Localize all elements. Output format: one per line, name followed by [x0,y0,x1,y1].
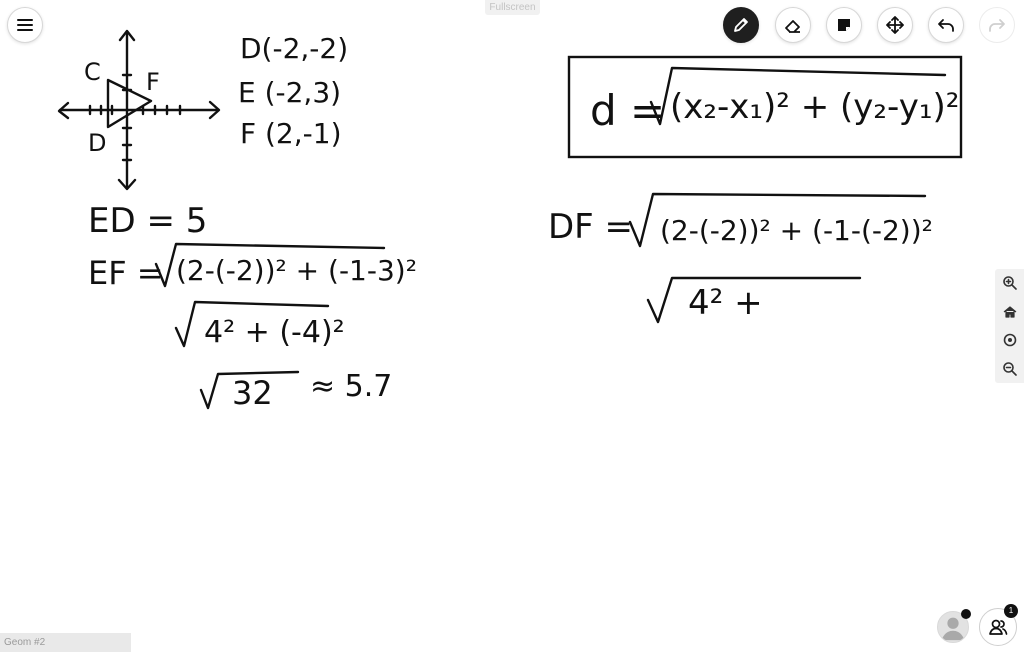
hamburger-icon [17,19,33,31]
point-f: F (2,-1) [240,117,342,150]
menu-button[interactable] [7,7,43,43]
pencil-icon [734,18,748,32]
zoom-in-icon [1002,276,1017,291]
ef-approx: ≈ 5.7 [310,369,392,404]
home-button[interactable] [1001,303,1019,321]
ef-label: EF = [88,254,164,292]
zoom-panel [995,269,1024,383]
ef-expression: (2-(-2))² + (-1-3)² [176,254,417,287]
participants-count-badge: 1 [1004,604,1018,618]
redo-icon [989,19,1005,32]
sticky-note-tool-button[interactable] [826,7,862,43]
ed-result: ED = 5 [88,201,207,241]
graph-label-c: C [84,58,101,86]
zoom-out-icon [1002,361,1017,376]
move-tool-button[interactable] [877,7,913,43]
eraser-tool-button[interactable] [775,7,811,43]
df-label: DF = [548,207,633,247]
pen-tool-button[interactable] [723,7,759,43]
undo-button[interactable] [928,7,964,43]
df-expression: (2-(-2))² + (-1-(-2))² [660,214,933,247]
triangle-def [106,78,153,129]
point-e: E (-2,3) [238,76,341,109]
sticky-note-icon [838,19,850,31]
ef-step2: 4² + (-4)² [204,315,345,350]
coordinate-graph: C F D [57,29,221,191]
fullscreen-button[interactable]: Fullscreen [485,0,540,15]
formula-body: (x₂-x₁)² + (y₂-y₁)² [670,87,959,127]
graph-label-d: D [88,129,106,157]
page-label[interactable]: Geom #2 [0,633,131,652]
df-step2: 4² + [688,283,763,323]
point-d: D(-2,-2) [240,32,348,65]
target-icon [1003,333,1016,347]
ef-step3: 32 [232,374,273,412]
graph-label-f: F [146,68,160,96]
zoom-out-button[interactable] [1001,360,1019,378]
home-icon [1003,306,1016,318]
presence-dot [961,609,971,619]
center-view-button[interactable] [1001,331,1019,349]
zoom-in-button[interactable] [1001,274,1019,292]
redo-button[interactable] [979,7,1015,43]
participants-icon [989,619,1008,635]
eraser-icon [785,20,800,33]
move-icon [886,16,904,34]
whiteboard-canvas[interactable]: C F D D(-2,-2) E (-2,3) F (2,-1) ED = 5 … [0,0,1024,652]
undo-icon [938,19,954,32]
